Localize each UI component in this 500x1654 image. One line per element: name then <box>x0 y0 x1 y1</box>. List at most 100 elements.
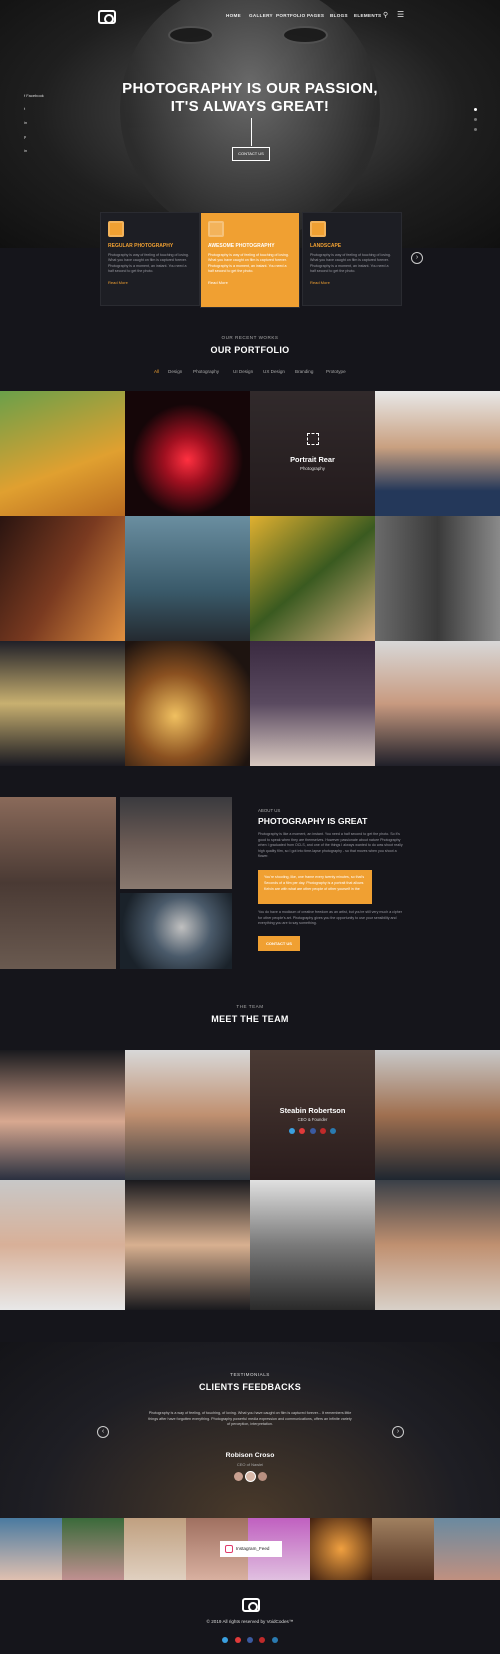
feature-card-regular: REGULAR PHOTOGRAPHY Photography is way o… <box>100 212 200 306</box>
landscape-icon <box>310 221 326 237</box>
portfolio-item[interactable] <box>0 516 125 641</box>
about-title: PHOTOGRAPHY IS GREAT <box>258 816 368 826</box>
nav-pages[interactable]: PAGES <box>307 13 324 18</box>
portfolio-item[interactable] <box>375 641 500 766</box>
avatar-active[interactable] <box>245 1471 256 1482</box>
nav-gallery[interactable]: GALLERY <box>249 13 273 18</box>
portfolio-item[interactable] <box>375 516 500 641</box>
hero-section: HOME GALLERY PORTFOLIO PAGES BLOGS ELEME… <box>0 0 500 248</box>
team-kicker: THE TEAM <box>236 1004 264 1009</box>
team-member[interactable] <box>375 1180 500 1310</box>
about-contact-button[interactable]: CONTACT US <box>258 936 300 951</box>
nav-elements[interactable]: ELEMENTS <box>354 13 381 18</box>
camera-logo-icon[interactable] <box>98 10 116 24</box>
portfolio-item[interactable] <box>375 391 500 516</box>
hero-divider-line <box>251 118 252 146</box>
filter-ux-design[interactable]: UX Design <box>263 369 285 374</box>
team-member[interactable] <box>125 1180 250 1310</box>
portfolio-item[interactable] <box>0 391 125 516</box>
instagram-photo[interactable] <box>434 1518 500 1580</box>
pinterest-icon[interactable]: p <box>24 134 26 139</box>
portfolio-item-hover[interactable]: Portrait Rear Photography <box>250 391 375 516</box>
read-more-link[interactable]: Read More <box>310 280 394 285</box>
instagram-icon[interactable]: in <box>24 148 27 153</box>
slider-dot-1[interactable] <box>474 108 477 111</box>
footer-camera-logo-icon[interactable] <box>242 1598 260 1612</box>
camera-icon <box>108 221 124 237</box>
google-plus-icon[interactable] <box>299 1128 306 1134</box>
portfolio-item[interactable] <box>250 641 375 766</box>
portfolio-item[interactable] <box>250 516 375 641</box>
instagram-icon <box>225 1545 233 1553</box>
team-member[interactable] <box>375 1050 500 1180</box>
team-member[interactable] <box>250 1180 375 1310</box>
portfolio-title: OUR PORTFOLIO <box>210 345 290 355</box>
google-plus-icon[interactable] <box>234 1637 241 1643</box>
instagram-feed-label[interactable]: Instagram_Feed <box>220 1541 282 1557</box>
aperture-icon <box>208 221 224 237</box>
about-highlight-list: You're shooting, like, one frame every t… <box>258 870 372 904</box>
menu-icon[interactable]: ☰ <box>397 10 404 19</box>
avatar[interactable] <box>234 1472 243 1481</box>
about-kicker: ABOUT US <box>258 808 281 813</box>
instagram-photo[interactable] <box>372 1518 434 1580</box>
facebook-icon[interactable] <box>309 1128 316 1134</box>
slider-dot-2[interactable] <box>474 118 477 121</box>
team-member-hover[interactable]: Steabin Robertson CEO & Founder <box>250 1050 375 1180</box>
team-member[interactable] <box>0 1050 125 1180</box>
team-title: MEET THE TEAM <box>211 1014 289 1024</box>
search-icon[interactable]: ⚲ <box>383 11 388 19</box>
linkedin-icon[interactable] <box>271 1637 278 1643</box>
team-member[interactable] <box>125 1050 250 1180</box>
instagram-photo[interactable] <box>310 1518 372 1580</box>
twitter-icon[interactable] <box>289 1128 296 1134</box>
team-member[interactable] <box>0 1180 125 1310</box>
nav-home[interactable]: HOME <box>226 13 241 18</box>
about-image-tripod <box>120 797 232 889</box>
instagram-photo[interactable] <box>62 1518 124 1580</box>
filter-branding[interactable]: Branding <box>295 369 313 374</box>
chevron-right-icon[interactable]: › <box>392 1426 404 1438</box>
hero-title: PHOTOGRAPHY IS OUR PASSION, IT'S ALWAYS … <box>122 80 378 115</box>
facebook-icon[interactable] <box>247 1637 253 1643</box>
about-paragraph-1: Photography is like a moment, an instant… <box>258 832 403 858</box>
portfolio-item[interactable] <box>125 516 250 641</box>
about-image-smoke <box>120 893 232 969</box>
filter-prototype[interactable]: Prototype <box>326 369 346 374</box>
feature-card-awesome: AWESOME PHOTOGRAPHY Photography is way o… <box>200 212 300 308</box>
read-more-link[interactable]: Read More <box>208 280 292 285</box>
chevron-right-icon[interactable]: › <box>411 252 423 264</box>
twitter-icon[interactable] <box>222 1637 229 1643</box>
testimonials-kicker: TESTIMONIALS <box>230 1372 270 1377</box>
filter-design[interactable]: Design <box>168 369 182 374</box>
hero-background-portrait <box>120 0 380 240</box>
pinterest-icon[interactable] <box>259 1637 266 1643</box>
filter-ui-design[interactable]: UI Design <box>233 369 253 374</box>
hero-contact-button[interactable]: CONTACT US <box>232 147 270 161</box>
linkedin-icon[interactable]: in <box>24 120 27 125</box>
testimonial-name: Robison Croso <box>225 1452 275 1459</box>
about-image-photographer <box>0 797 116 969</box>
portrait-left-eye <box>168 26 214 44</box>
filter-photography[interactable]: Photography <box>193 369 219 374</box>
portfolio-kicker: OUR RECENT WORKS <box>221 335 279 340</box>
testimonials-title: CLIENTS FEEDBACKS <box>198 1382 302 1392</box>
portfolio-item[interactable] <box>0 641 125 766</box>
testimonial-quote: Photography is a way of feeling, of touc… <box>148 1411 352 1427</box>
pinterest-icon[interactable] <box>319 1128 326 1134</box>
instagram-photo[interactable] <box>124 1518 186 1580</box>
portfolio-item[interactable] <box>125 391 250 516</box>
about-paragraph-2: You do have a modicum of creative freedo… <box>258 910 402 925</box>
expand-icon[interactable] <box>307 433 319 445</box>
filter-all[interactable]: All <box>154 369 159 374</box>
portfolio-item[interactable] <box>125 641 250 766</box>
slider-dot-3[interactable] <box>474 128 477 131</box>
testimonial-role: CEO of Nawlei <box>236 1462 264 1467</box>
read-more-link[interactable]: Read More <box>108 280 192 285</box>
instagram-photo[interactable] <box>0 1518 62 1580</box>
nav-portfolio[interactable]: PORTFOLIO <box>276 13 306 18</box>
nav-blogs[interactable]: BLOGS <box>330 13 348 18</box>
linkedin-icon[interactable] <box>329 1128 336 1134</box>
chevron-left-icon[interactable]: ‹ <box>97 1426 109 1438</box>
avatar[interactable] <box>258 1472 267 1481</box>
